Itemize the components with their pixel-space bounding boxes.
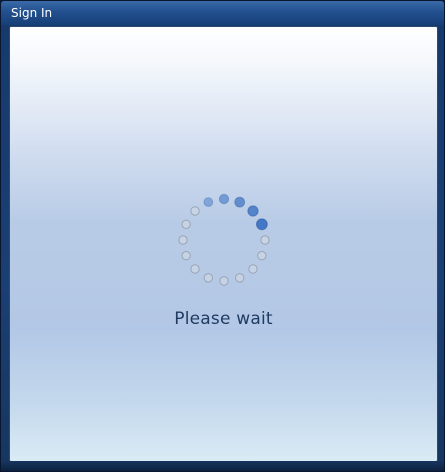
spinner-dot — [247, 205, 259, 217]
spinner-dot — [219, 276, 229, 286]
sign-in-window: Sign In Please wait — [0, 0, 445, 472]
spinner-dot — [181, 219, 191, 230]
window-title: Sign In — [11, 6, 53, 20]
spinner-dot — [234, 273, 245, 283]
spinner-dot — [190, 264, 200, 274]
status-message: Please wait — [174, 309, 273, 329]
spinner-dot — [181, 250, 191, 261]
window-bottom-edge — [1, 461, 444, 471]
spinner-dot — [248, 264, 258, 274]
content-panel: Please wait — [9, 26, 438, 462]
spinner-dot — [255, 218, 268, 231]
spinner-dot — [203, 197, 214, 208]
spinner-dot — [178, 235, 188, 245]
spinner-dot — [218, 193, 230, 205]
spinner-dot — [260, 235, 270, 245]
title-bar[interactable]: Sign In — [1, 1, 444, 25]
spinner-dot — [190, 206, 200, 216]
spinner-dot — [234, 196, 246, 208]
loading-spinner-icon — [178, 193, 270, 286]
spinner-dot — [257, 250, 267, 261]
spinner-dot — [203, 273, 214, 283]
